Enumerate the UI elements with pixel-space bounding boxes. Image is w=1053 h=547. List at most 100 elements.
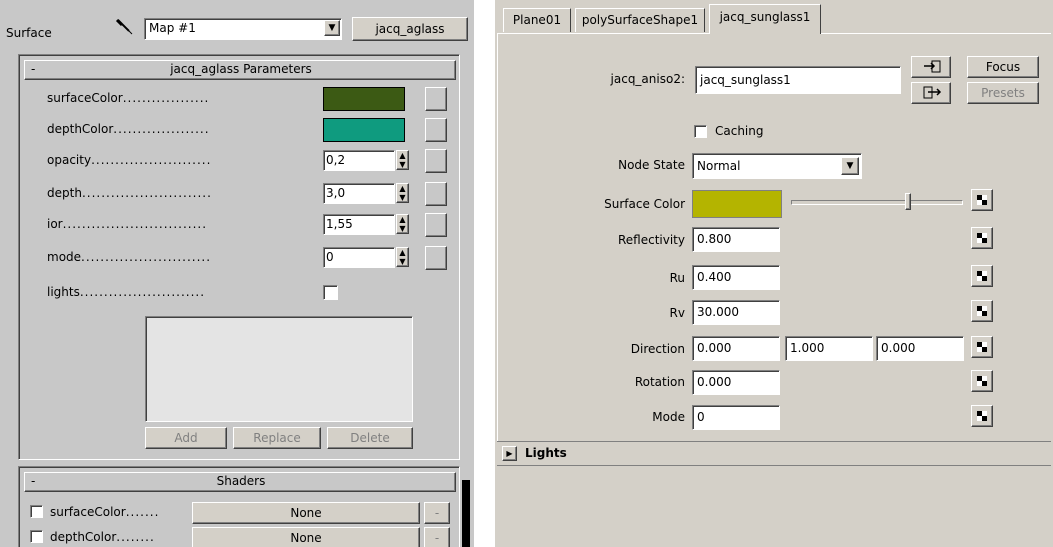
material-name-button[interactable]: jacq_aglass bbox=[352, 17, 468, 41]
direction-field[interactable]: 0.000 bbox=[692, 336, 780, 361]
expand-lights-icon[interactable]: ▶ bbox=[502, 446, 517, 461]
surface-color-slider-track[interactable] bbox=[791, 200, 963, 205]
param-row-label: mode........................... bbox=[47, 247, 323, 267]
lights-section-label[interactable]: Lights bbox=[525, 446, 567, 460]
lights-list-box[interactable] bbox=[145, 316, 413, 422]
map-button[interactable] bbox=[971, 370, 993, 392]
shader-row-label: depthColor........ bbox=[50, 527, 190, 547]
param-row-label: ior.............................. bbox=[47, 214, 323, 234]
shader-side-button[interactable]: - bbox=[424, 502, 450, 524]
map-button[interactable] bbox=[971, 189, 993, 211]
material-editor-panel: Surface Map #1 ▼ jacq_aglass - jacq_agla… bbox=[0, 0, 474, 547]
param-label: ior bbox=[47, 217, 63, 231]
map-button[interactable] bbox=[971, 405, 993, 427]
node-name-field[interactable]: jacq_sunglass1 bbox=[695, 66, 901, 94]
param-label: surfaceColor bbox=[47, 91, 123, 105]
param-label: depthColor bbox=[47, 122, 114, 136]
attribute-editor-panel: jacq_aniso2: jacq_sunglass1 Focus Preset… bbox=[495, 0, 1053, 547]
direction-label: Direction bbox=[630, 342, 685, 356]
map-slot-button[interactable] bbox=[425, 246, 447, 270]
add-button[interactable]: Add bbox=[145, 427, 227, 449]
shader-map-button[interactable]: None bbox=[192, 502, 420, 524]
map-dropdown[interactable]: Map #1 ▼ bbox=[144, 18, 342, 40]
lights-checkbox[interactable] bbox=[323, 285, 338, 300]
color-swatch[interactable] bbox=[323, 118, 405, 142]
map-button[interactable] bbox=[971, 336, 993, 358]
shaders-rollout-title: Shaders bbox=[216, 474, 266, 488]
attr-field-rv[interactable]: 30.000 bbox=[692, 300, 780, 325]
delete-button[interactable]: Delete bbox=[327, 427, 413, 449]
map-slot-button[interactable] bbox=[425, 213, 447, 237]
spinner-arrows-icon[interactable]: ▲ ▼ bbox=[396, 247, 409, 267]
parameters-rollout-title: jacq_aglass Parameters bbox=[170, 62, 312, 76]
spinner-arrows-icon[interactable]: ▲ ▼ bbox=[396, 183, 409, 203]
input-connections-button[interactable] bbox=[911, 56, 951, 78]
tab-polysurfaceshape1[interactable]: polySurfaceShape1 bbox=[575, 8, 705, 32]
caching-checkbox[interactable] bbox=[694, 125, 707, 138]
attr-field-reflectivity[interactable]: 0.800 bbox=[692, 227, 780, 252]
eyedropper-icon[interactable] bbox=[113, 16, 137, 38]
shader-checkbox[interactable] bbox=[30, 530, 43, 543]
node-state-dropdown[interactable]: Normal ▼ bbox=[692, 153, 862, 179]
parameters-rollout-header[interactable]: - jacq_aglass Parameters bbox=[24, 60, 456, 80]
map-button[interactable] bbox=[971, 265, 993, 287]
map-slot-button[interactable] bbox=[425, 87, 447, 111]
output-arrow-icon bbox=[923, 86, 942, 99]
chevron-down-icon[interactable]: ▼ bbox=[324, 20, 340, 36]
replace-button[interactable]: Replace bbox=[233, 427, 321, 449]
tab-plane01[interactable]: Plane01 bbox=[503, 8, 571, 32]
surface-color-slider-thumb[interactable] bbox=[904, 193, 911, 210]
checker-icon bbox=[977, 342, 987, 352]
spinner-field[interactable]: 1,55 bbox=[323, 214, 395, 235]
node-state-value: Normal bbox=[697, 159, 741, 173]
attr-label-ru: Ru bbox=[669, 271, 685, 285]
map-slot-button[interactable] bbox=[425, 182, 447, 206]
mode-label: Mode bbox=[652, 410, 685, 424]
param-row-label: surfaceColor.................. bbox=[47, 88, 323, 108]
focus-button[interactable]: Focus bbox=[967, 56, 1039, 78]
dot-leader: ....... bbox=[125, 505, 160, 519]
param-label: mode bbox=[47, 250, 82, 264]
color-swatch[interactable] bbox=[323, 87, 405, 111]
surface-color-label: Surface Color bbox=[604, 197, 685, 211]
shader-map-button[interactable]: None bbox=[192, 527, 420, 547]
map-button[interactable] bbox=[971, 227, 993, 249]
map-slot-button[interactable] bbox=[425, 149, 447, 173]
attr-label-rv: Rv bbox=[669, 306, 685, 320]
spinner-field[interactable]: 0,2 bbox=[323, 150, 395, 171]
param-label: opacity bbox=[47, 153, 92, 167]
scrollbar-thumb[interactable] bbox=[462, 480, 470, 547]
dot-leader: .......................... bbox=[79, 285, 206, 299]
caching-label: Caching bbox=[715, 124, 764, 138]
dot-leader: ......................... bbox=[91, 153, 212, 167]
attr-label-reflectivity: Reflectivity bbox=[617, 233, 685, 247]
checker-icon bbox=[977, 195, 987, 205]
map-button[interactable] bbox=[971, 300, 993, 322]
shaders-rollout-header[interactable]: - Shaders bbox=[24, 472, 456, 492]
direction-field[interactable]: 1.000 bbox=[785, 336, 873, 361]
output-connections-button[interactable] bbox=[911, 82, 951, 104]
shader-checkbox[interactable] bbox=[30, 505, 43, 518]
presets-button[interactable]: Presets bbox=[967, 82, 1039, 104]
rotation-field[interactable]: 0.000 bbox=[692, 370, 780, 395]
chevron-down-icon[interactable]: ▼ bbox=[841, 157, 859, 175]
param-row-label: lights.......................... bbox=[47, 282, 323, 302]
surface-color-swatch[interactable] bbox=[692, 190, 782, 218]
dot-leader: .................. bbox=[122, 91, 210, 105]
tab-jacq_sunglass1[interactable]: jacq_sunglass1 bbox=[709, 4, 821, 34]
spinner-field[interactable]: 3,0 bbox=[323, 183, 395, 204]
spinner-arrows-icon[interactable]: ▲ ▼ bbox=[396, 150, 409, 170]
checker-icon bbox=[977, 376, 987, 386]
dot-leader: .................... bbox=[113, 122, 210, 136]
mode-field[interactable]: 0 bbox=[692, 405, 780, 430]
direction-field[interactable]: 0.000 bbox=[876, 336, 964, 361]
node-name-label: jacq_aniso2: bbox=[610, 72, 685, 86]
spinner-arrows-icon[interactable]: ▲ ▼ bbox=[396, 214, 409, 234]
rotation-label: Rotation bbox=[634, 375, 685, 389]
shader-side-button[interactable]: - bbox=[424, 527, 450, 547]
dot-leader: ........................... bbox=[81, 186, 212, 200]
map-slot-button[interactable] bbox=[425, 118, 447, 142]
param-label: lights bbox=[47, 285, 80, 299]
spinner-field[interactable]: 0 bbox=[323, 247, 395, 268]
attr-field-ru[interactable]: 0.400 bbox=[692, 265, 780, 290]
